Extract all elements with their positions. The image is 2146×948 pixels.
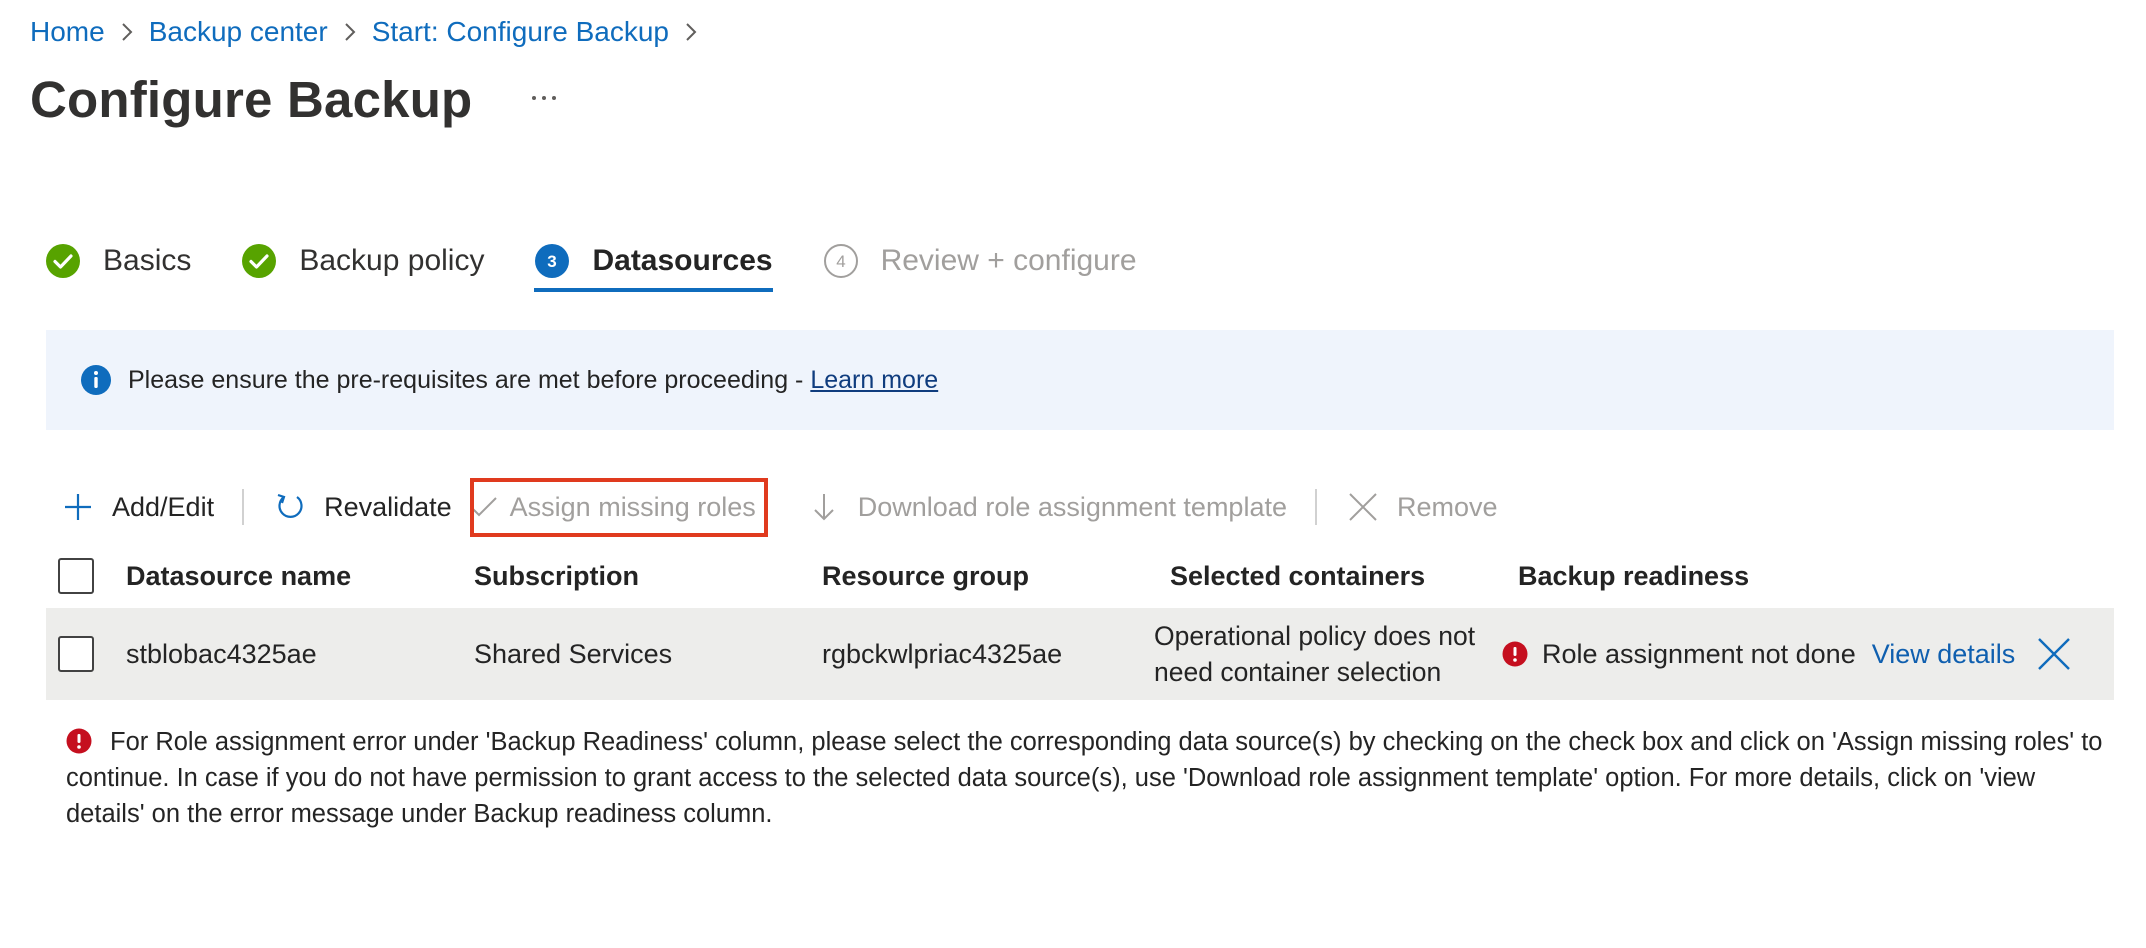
- role-assignment-note: For Role assignment error under 'Backup …: [66, 724, 2116, 832]
- wizard-tabs: Basics Backup policy 3 Datasources 4 Rev…: [45, 230, 1187, 292]
- breadcrumb-home[interactable]: Home: [30, 16, 105, 48]
- select-all-checkbox[interactable]: [58, 558, 94, 594]
- toolbar-divider: [1314, 489, 1317, 525]
- note-text: For Role assignment error under 'Backup …: [66, 728, 2103, 828]
- tab-label: Basics: [103, 244, 192, 277]
- tab-basics[interactable]: Basics: [45, 230, 191, 292]
- view-details-link[interactable]: View details: [1872, 639, 2016, 670]
- download-role-template-label: Download role assignment template: [857, 491, 1287, 522]
- breadcrumb: Home Backup center Start: Configure Back…: [30, 12, 713, 52]
- info-banner-text: Please ensure the pre-requisites are met…: [128, 365, 811, 394]
- plus-icon: [60, 489, 96, 525]
- containers-text-line-2: need container selection: [1154, 657, 1442, 687]
- column-header-selected-containers[interactable]: Selected containers: [1170, 561, 1518, 592]
- step-number: 3: [548, 252, 557, 271]
- check-circle-icon: [45, 243, 81, 279]
- breadcrumb-start-configure-backup[interactable]: Start: Configure Backup: [372, 16, 669, 48]
- remove-label: Remove: [1396, 491, 1498, 522]
- tab-label: Backup policy: [299, 244, 485, 277]
- step-number-icon: 3: [534, 243, 570, 279]
- check-circle-icon: [241, 243, 277, 279]
- page-title: Configure Backup: [30, 70, 473, 128]
- arrow-down-icon: [806, 489, 842, 525]
- breadcrumb-backup-center[interactable]: Backup center: [149, 16, 328, 48]
- subscription-cell: Shared Services: [474, 638, 673, 669]
- readiness-status-text: Role assignment not done: [1542, 638, 1856, 669]
- selected-containers-cell: Operational policy does not need contain…: [1154, 618, 1518, 690]
- chevron-right-icon: [105, 21, 149, 43]
- step-number-icon: 4: [823, 243, 859, 279]
- more-options-button[interactable]: [524, 78, 564, 118]
- containers-text-line-1: Operational policy does not: [1154, 621, 1476, 651]
- tab-review-configure[interactable]: 4 Review + configure: [823, 230, 1137, 292]
- add-edit-label: Add/Edit: [112, 491, 215, 522]
- info-icon: [81, 365, 111, 395]
- assign-missing-roles-label: Assign missing roles: [469, 477, 768, 537]
- close-icon: [2038, 638, 2070, 670]
- tab-label: Datasources: [592, 244, 773, 277]
- toolbar-divider: [242, 489, 245, 525]
- tab-backup-policy[interactable]: Backup policy: [241, 230, 484, 292]
- chevron-right-icon: [669, 21, 713, 43]
- learn-more-link[interactable]: Learn more: [810, 366, 938, 395]
- ellipsis-icon: [532, 96, 557, 100]
- command-bar: Add/Edit Revalidate Assign missing roles…: [46, 477, 1512, 537]
- error-icon: [66, 728, 92, 754]
- column-header-datasource-name[interactable]: Datasource name: [126, 561, 474, 592]
- datasource-grid: Datasource name Subscription Resource gr…: [46, 544, 2114, 700]
- column-header-subscription[interactable]: Subscription: [474, 561, 822, 592]
- grid-header: Datasource name Subscription Resource gr…: [46, 544, 2114, 608]
- title-row: Configure Backup: [30, 66, 564, 132]
- refresh-icon: [272, 489, 308, 525]
- add-edit-button[interactable]: Add/Edit: [46, 478, 228, 536]
- error-icon: [1502, 641, 1528, 667]
- download-role-template-button[interactable]: Download role assignment template: [792, 478, 1301, 536]
- remove-row-button[interactable]: [2034, 634, 2074, 674]
- info-banner: Please ensure the pre-requisites are met…: [46, 330, 2114, 430]
- datasource-name-cell: stblobac4325ae: [126, 638, 317, 669]
- assign-missing-roles-button[interactable]: Assign missing roles: [466, 477, 778, 537]
- chevron-right-icon: [328, 21, 372, 43]
- table-row[interactable]: stblobac4325ae Shared Services rgbckwlpr…: [46, 608, 2114, 700]
- resource-group-cell: rgbckwlpriac4325ae: [822, 638, 1063, 669]
- remove-button[interactable]: Remove: [1331, 478, 1512, 536]
- column-header-backup-readiness[interactable]: Backup readiness: [1518, 561, 2114, 592]
- close-icon: [1345, 489, 1381, 525]
- tab-label: Review + configure: [880, 244, 1137, 277]
- tab-datasources[interactable]: 3 Datasources: [534, 230, 773, 292]
- revalidate-button[interactable]: Revalidate: [258, 478, 466, 536]
- step-number: 4: [836, 252, 845, 271]
- row-checkbox[interactable]: [58, 636, 94, 672]
- backup-readiness-cell: Role assignment not done View details: [1502, 638, 2114, 670]
- revalidate-label: Revalidate: [324, 491, 452, 522]
- column-header-resource-group[interactable]: Resource group: [822, 561, 1170, 592]
